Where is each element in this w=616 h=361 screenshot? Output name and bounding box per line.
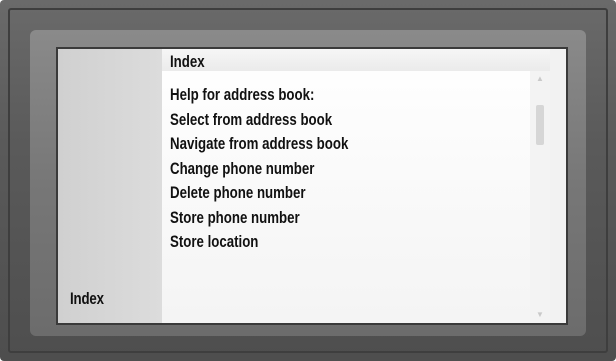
list-item-select[interactable]: Select from address book (170, 108, 348, 133)
list-item-change-phone[interactable]: Change phone number (170, 157, 348, 182)
list-item-navigate[interactable]: Navigate from address book (170, 132, 348, 157)
list-item-delete-phone[interactable]: Delete phone number (170, 181, 348, 206)
left-softkey-panel: Index (58, 49, 162, 323)
display-bezel: Index Index Help for address book: Selec… (0, 0, 616, 361)
page-title: Index (170, 52, 205, 71)
scroll-thumb[interactable] (536, 105, 544, 145)
help-index-list: Help for address book: Select from addre… (170, 83, 399, 255)
content-area: Index Help for address book: Select from… (162, 49, 550, 323)
screen: Index Index Help for address book: Selec… (56, 47, 568, 325)
chevron-up-icon[interactable]: ▲ (536, 75, 544, 83)
chevron-down-icon[interactable]: ▼ (536, 311, 544, 319)
list-item-store-phone[interactable]: Store phone number (170, 206, 348, 231)
index-softkey-label[interactable]: Index (70, 289, 104, 309)
list-item-store-location[interactable]: Store location (170, 230, 348, 255)
list-item-help-heading: Help for address book: (170, 85, 315, 104)
scrollbar[interactable]: ▲ ▼ (530, 71, 550, 323)
header-bar: Index (162, 49, 550, 71)
